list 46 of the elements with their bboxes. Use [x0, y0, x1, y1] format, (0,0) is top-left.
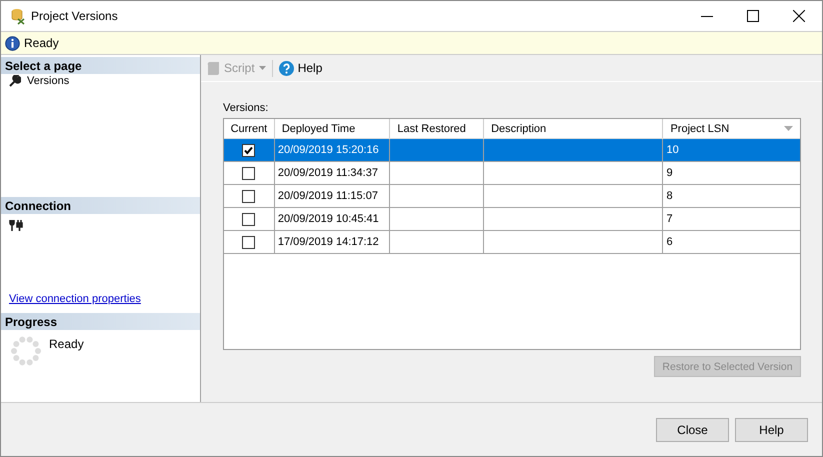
checkbox[interactable] [242, 166, 256, 180]
checkbox[interactable] [242, 212, 256, 226]
column-header[interactable]: Deployed Time [274, 119, 390, 138]
table-row[interactable]: 20/09/2019 11:34:37 9 [224, 162, 800, 185]
versions-label: Versions: [223, 102, 270, 114]
close-icon[interactable] [793, 10, 805, 22]
column-header[interactable]: Description [484, 119, 664, 138]
table-row[interactable]: 20/09/2019 15:20:16 10 [224, 139, 800, 162]
page-item[interactable]: Versions [1, 74, 200, 88]
maximize-icon[interactable] [747, 10, 759, 22]
table-cell: 8 [666, 190, 673, 202]
dialog-button[interactable]: Help [735, 418, 808, 442]
connection-link[interactable]: View connection properties [1, 293, 200, 311]
help-button[interactable]: Help [276, 58, 324, 78]
table-cell: 6 [666, 236, 673, 248]
table-row[interactable]: 20/09/2019 10:45:41 7 [224, 208, 800, 231]
column-header[interactable]: Last Restored [390, 119, 484, 138]
table-cell: 20/09/2019 11:34:37 [278, 167, 378, 179]
progress-text: Ready [49, 337, 84, 351]
help-icon [278, 60, 294, 76]
status-text: Ready [24, 36, 59, 50]
caret-icon [258, 66, 266, 70]
table-cell: 20/09/2019 10:45:41 [278, 213, 379, 225]
checkbox[interactable] [242, 190, 256, 202]
column-header[interactable]: Current [224, 119, 275, 138]
window-title: Project Versions [31, 9, 118, 23]
plug-icon [9, 220, 23, 231]
section-header: Progress [1, 313, 200, 330]
sort-icon [784, 126, 793, 131]
table-cell: 20/09/2019 11:15:07 [278, 190, 378, 202]
info-icon [5, 36, 20, 50]
checkbox[interactable] [242, 144, 256, 156]
section-header: Select a page [1, 57, 200, 74]
app-icon [9, 7, 27, 25]
table-row[interactable]: 20/09/2019 11:15:07 8 [224, 185, 800, 208]
table-cell: 17/09/2019 14:17:12 [278, 236, 379, 248]
dialog-button[interactable]: Close [656, 418, 729, 442]
table-row[interactable]: 17/09/2019 14:17:12 6 [224, 231, 800, 254]
section-header: Connection [1, 197, 200, 214]
table-cell: 9 [666, 167, 673, 179]
table-cell: 10 [666, 144, 679, 156]
checkbox[interactable] [242, 236, 256, 248]
column-header[interactable]: Project LSN [663, 119, 800, 138]
table-cell: 7 [666, 213, 673, 225]
spinner-icon [11, 336, 41, 366]
table-cell: 20/09/2019 15:20:16 [278, 144, 379, 156]
